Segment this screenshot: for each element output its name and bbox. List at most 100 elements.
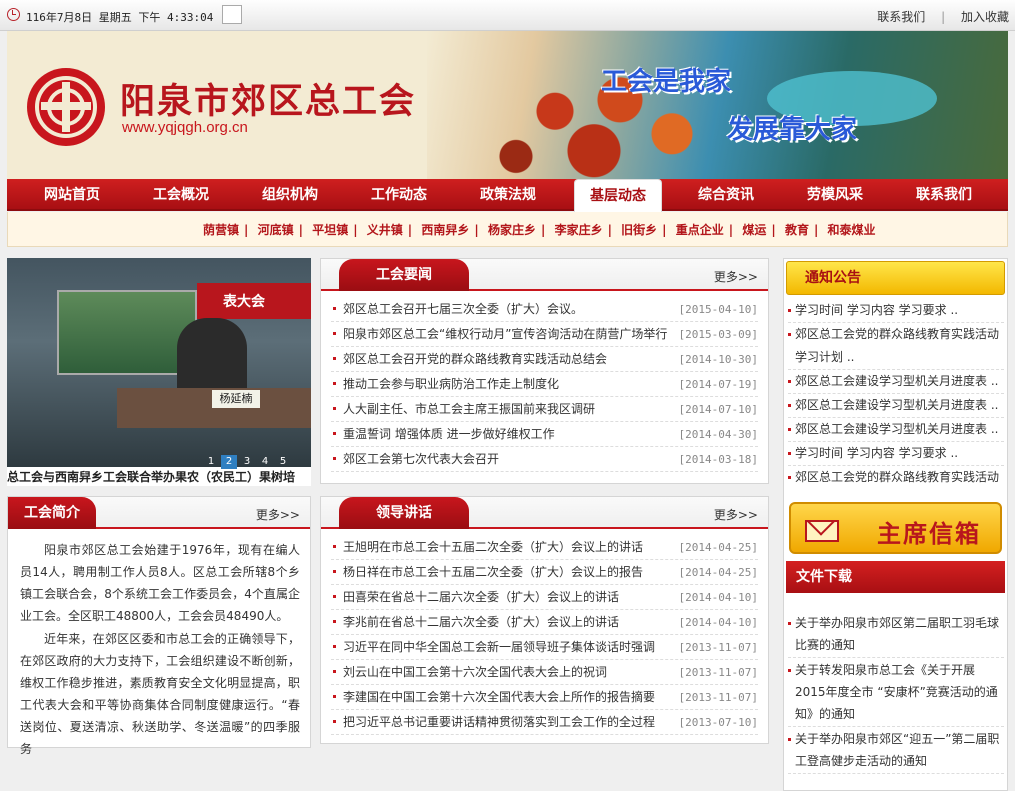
bullet-icon [333, 619, 336, 623]
intro-paragraph: 阳泉市郊区总工会始建于1976年，现有在编人员14人，聘用制工作人员8人。区总工… [20, 543, 300, 623]
subnav-item[interactable]: 重点企业 [676, 223, 724, 237]
subnav-item[interactable]: 西南舁乡 [421, 223, 469, 237]
photo-slideshow[interactable]: 表大会 杨延楠 12345 总工会与西南舁乡工会联合举办果农（农民工）果树培 [7, 258, 311, 486]
notice-item[interactable]: 学习时间 学习内容 学习要求 .. [788, 442, 1004, 466]
subnav-item[interactable]: 旧街乡 [621, 223, 657, 237]
speech-date: [2014-04-10] [674, 610, 758, 634]
speech-item[interactable]: 王旭明在市总工会十五届二次全委（扩大）会议上的讲话 [2014-04-25] [331, 535, 758, 560]
speech-item[interactable]: 李兆前在省总十二届六次全委（扩大）会议上的讲话 [2014-04-10] [331, 610, 758, 635]
bullet-icon [333, 306, 336, 310]
nav-models[interactable]: 劳模风采 [780, 179, 890, 211]
chairman-mailbox-button[interactable]: 主席信箱 [789, 502, 1002, 554]
notice-item[interactable]: 郊区总工会建设学习型机关月进度表 .. [788, 370, 1004, 394]
news-item[interactable]: 郊区总工会召开七届三次全委（扩大）会议。 [2015-04-10] [331, 297, 758, 322]
subnav-item[interactable]: 煤运 [742, 223, 766, 237]
speech-item[interactable]: 田喜荣在省总十二届六次全委（扩大）会议上的讲话 [2014-04-10] [331, 585, 758, 610]
speech-item[interactable]: 杨日祥在市总工会十五届二次全委（扩大）会议上的报告 [2014-04-25] [331, 560, 758, 585]
subnav-item[interactable]: 教育 [785, 223, 809, 237]
intro-more-link[interactable]: 更多>> [256, 506, 300, 523]
speech-item[interactable]: 把习近平总书记重要讲话精神贯彻落实到工会工作的全过程 [2013-07-10] [331, 710, 758, 735]
nav-work-news[interactable]: 工作动态 [344, 179, 454, 211]
nav-info[interactable]: 综合资讯 [671, 179, 781, 211]
download-item[interactable]: 关于转发阳泉市总工会《关于开展2015年度全市 “安康杯”竞赛活动的通知》的通知 [788, 658, 1004, 727]
subnav-item[interactable]: 义井镇 [367, 223, 403, 237]
projector-screen-image [57, 290, 197, 375]
subnav-divider: | [540, 223, 546, 237]
subnav-item[interactable]: 和泰煤业 [828, 223, 876, 237]
notices-title: 通知公告 [786, 261, 1005, 295]
nav-grassroots[interactable]: 基层动态 [574, 179, 662, 212]
speech-item[interactable]: 刘云山在中国工会第十六次全国代表大会上的祝词 [2013-11-07] [331, 660, 758, 685]
slogan-line-2: 发展靠大家 [727, 115, 858, 145]
news-date: [2014-03-18] [674, 447, 758, 471]
news-panel: 工会要闻 更多>> 郊区总工会召开七届三次全委（扩大）会议。 [2015-04-1… [320, 258, 769, 484]
speech-date: [2014-04-10] [674, 585, 758, 609]
news-item[interactable]: 重温誓词 增强体质 进一步做好维权工作 [2014-04-30] [331, 422, 758, 447]
slide-page-button[interactable]: 4 [257, 455, 273, 469]
subnav-item[interactable]: 平坦镇 [312, 223, 348, 237]
subnav-item[interactable]: 李家庄乡 [555, 223, 603, 237]
nav-policy[interactable]: 政策法规 [453, 179, 563, 211]
bullet-icon [333, 544, 336, 548]
news-item[interactable]: 郊区工会第七次代表大会召开 [2014-03-18] [331, 447, 758, 472]
download-item[interactable]: 关于举办阳泉市郊区第二届职工羽毛球比赛的通知 [788, 611, 1004, 658]
speech-date: [2013-11-07] [674, 635, 758, 659]
slide-page-button[interactable]: 5 [275, 455, 291, 469]
slideshow-image[interactable]: 表大会 杨延楠 12345 [7, 258, 311, 469]
speech-date: [2014-04-25] [674, 560, 758, 584]
nameplate: 杨延楠 [212, 390, 260, 408]
notice-item[interactable]: 学习时间 学习内容 学习要求 .. [788, 299, 1004, 323]
nav-contact[interactable]: 联系我们 [889, 179, 999, 211]
notice-item[interactable]: 郊区总工会建设学习型机关月进度表 .. [788, 418, 1004, 442]
news-item[interactable]: 阳泉市郊区总工会“维权行动月”宣传咨询活动在荫营广场举行 [2015-03-09] [331, 322, 758, 347]
top-bar: 116年7月8日 星期五 下午 4:33:04 联系我们 | 加入收藏 [0, 0, 1015, 31]
union-logo-icon[interactable] [27, 68, 105, 146]
speeches-panel: 领导讲话 更多>> 王旭明在市总工会十五届二次全委（扩大）会议上的讲话 [2014… [320, 496, 769, 744]
notice-item[interactable]: 郊区总工会党的群众路线教育实践活动学习计划 .. [788, 466, 1004, 491]
speech-item[interactable]: 习近平在同中华全国总工会新一届领导班子集体谈话时强调 [2013-11-07] [331, 635, 758, 660]
news-title: 工会要闻 [339, 259, 469, 291]
subnav-item[interactable]: 河底镇 [258, 223, 294, 237]
site-url: www.yqjqgh.org.cn [122, 119, 248, 136]
news-date: [2015-04-10] [674, 297, 758, 321]
top-links: 联系我们 | 加入收藏 [865, 8, 1009, 25]
bullet-icon [333, 669, 336, 673]
news-more-link[interactable]: 更多>> [714, 268, 758, 285]
speech-item[interactable]: 李建国在中国工会第十六次全国代表大会上所作的报告摘要 [2013-11-07] [331, 685, 758, 710]
envelope-icon [805, 520, 839, 542]
notice-item[interactable]: 郊区总工会党的群众路线教育实践活动学习计划 .. [788, 323, 1004, 370]
news-item[interactable]: 人大副主任、市总工会主席王振国前来我区调研 [2014-07-10] [331, 397, 758, 422]
speeches-header: 领导讲话 更多>> [321, 497, 768, 529]
news-item[interactable]: 郊区总工会召开党的群众路线教育实践活动总结会 [2014-10-30] [331, 347, 758, 372]
slideshow-caption[interactable]: 总工会与西南舁乡工会联合举办果农（农民工）果树培 [7, 468, 311, 486]
datetime-display: 116年7月8日 星期五 下午 4:33:04 [26, 11, 214, 24]
speeches-more-link[interactable]: 更多>> [714, 506, 758, 523]
news-date: [2014-10-30] [674, 347, 758, 371]
add-favorite-link[interactable]: 加入收藏 [961, 8, 1009, 25]
main-nav: 网站首页 工会概况 组织机构 工作动态 政策法规 基层动态 综合资讯 劳模风采 … [7, 179, 1008, 212]
intro-header: 工会简介 更多>> [8, 497, 310, 529]
slide-page-button-active[interactable]: 2 [221, 455, 237, 469]
top-links-divider: | [941, 10, 946, 24]
contact-us-link[interactable]: 联系我们 [877, 8, 925, 25]
news-item[interactable]: 推动工会参与职业病防治工作走上制度化 [2014-07-19] [331, 372, 758, 397]
subnav-divider: | [407, 223, 413, 237]
subnav-item[interactable]: 杨家庄乡 [488, 223, 536, 237]
subnav-divider: | [813, 223, 819, 237]
download-item[interactable]: 关于举办阳泉市郊区“迎五一”第二届职工登高健步走活动的通知 [788, 727, 1004, 774]
bullet-icon [333, 694, 336, 698]
news-date: [2014-04-30] [674, 422, 758, 446]
downloads-title: 文件下载 [786, 561, 1005, 593]
subnav-item[interactable]: 荫营镇 [203, 223, 239, 237]
nav-overview[interactable]: 工会概况 [126, 179, 236, 211]
blank-button[interactable] [222, 5, 242, 24]
notice-item[interactable]: 郊区总工会建设学习型机关月进度表 .. [788, 394, 1004, 418]
bullet-icon [333, 594, 336, 598]
subnav-divider: | [244, 223, 249, 237]
slide-page-button[interactable]: 3 [239, 455, 255, 469]
slide-page-button[interactable]: 1 [203, 455, 219, 469]
nav-home[interactable]: 网站首页 [17, 179, 127, 211]
downloads-list: 关于举办阳泉市郊区第二届职工羽毛球比赛的通知 关于转发阳泉市总工会《关于开展20… [788, 611, 1004, 774]
nav-organization[interactable]: 组织机构 [235, 179, 345, 211]
speech-date: [2013-07-10] [674, 710, 758, 734]
